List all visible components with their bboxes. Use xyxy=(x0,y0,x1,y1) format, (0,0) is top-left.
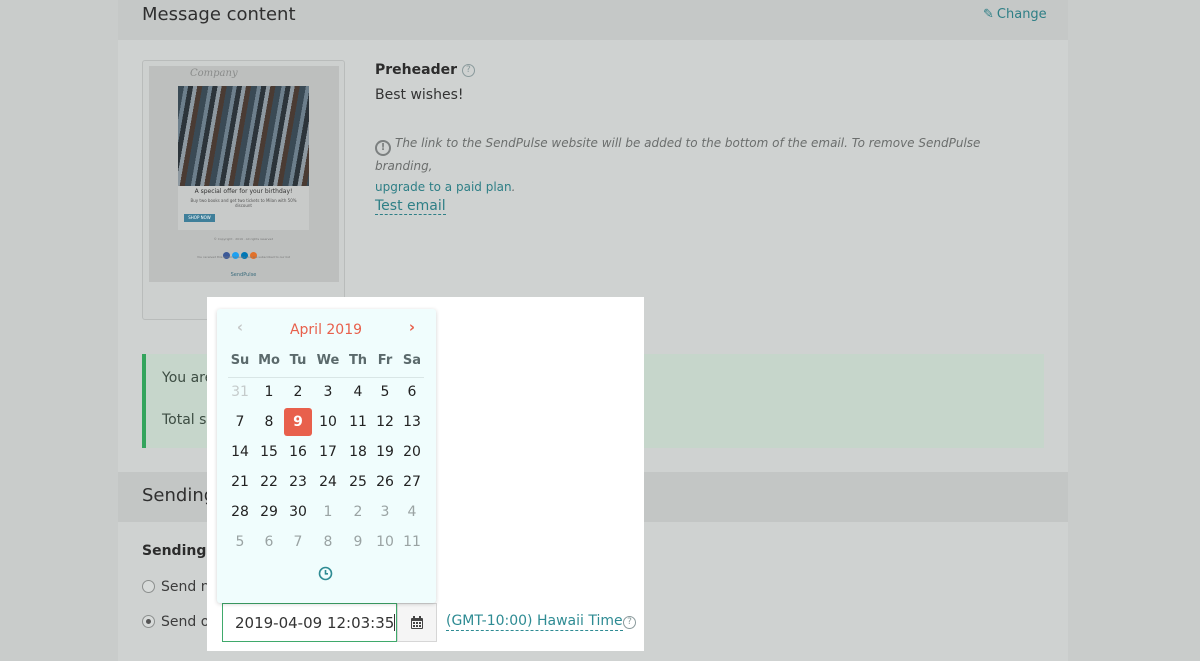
preview-shop-button: SHOP NOW xyxy=(184,214,215,222)
clock-icon xyxy=(318,566,333,581)
calendar-day[interactable]: 24 xyxy=(314,468,342,496)
calendar-day[interactable]: 18 xyxy=(344,438,372,466)
time-toggle-button[interactable] xyxy=(318,566,333,585)
radio-button[interactable] xyxy=(142,580,155,593)
calendar-day[interactable]: 10 xyxy=(314,408,342,436)
calendar-day[interactable]: 9 xyxy=(344,528,372,556)
month-title[interactable]: April 2019 xyxy=(270,322,382,338)
calendar-day[interactable]: 7 xyxy=(226,408,254,436)
calendar-button[interactable] xyxy=(397,603,437,642)
calendar-day[interactable]: 15 xyxy=(255,438,283,466)
calendar-day[interactable]: 10 xyxy=(371,528,399,556)
datetime-value: 2019-04-09 12:03:35 xyxy=(235,614,395,632)
radio-button-selected[interactable] xyxy=(142,615,155,628)
weekday-label: Mo xyxy=(258,353,280,368)
weekday-label: Th xyxy=(348,353,368,368)
calendar-day[interactable]: 8 xyxy=(255,408,283,436)
exclamation-circle-icon: ! xyxy=(375,140,391,156)
calendar-day[interactable]: 14 xyxy=(226,438,254,466)
weekday-label: We xyxy=(316,353,340,368)
calendar-day[interactable]: 1 xyxy=(314,498,342,526)
preview-brand: SendPulse xyxy=(230,272,257,278)
calendar-day[interactable]: 5 xyxy=(371,378,399,406)
chevron-right-icon[interactable]: › xyxy=(402,318,422,342)
calendar-day[interactable]: 3 xyxy=(371,498,399,526)
calendar-day[interactable]: 31 xyxy=(226,378,254,406)
section-title: Message content xyxy=(142,4,296,25)
calendar-day[interactable]: 11 xyxy=(344,408,372,436)
weekday-label: Su xyxy=(230,353,250,368)
calendar-day[interactable]: 6 xyxy=(398,378,426,406)
calendar-icon xyxy=(411,616,423,629)
change-link[interactable]: ✎ Change xyxy=(983,7,1047,22)
upgrade-link[interactable]: upgrade to a paid plan xyxy=(375,180,512,194)
calendar-day[interactable]: 4 xyxy=(344,378,372,406)
calendar-day[interactable]: 12 xyxy=(371,408,399,436)
calendar-day[interactable]: 16 xyxy=(284,438,312,466)
calendar-day[interactable]: 7 xyxy=(284,528,312,556)
calendar-day-selected[interactable]: 9 xyxy=(284,408,312,436)
notice-text: The link to the SendPulse website will b… xyxy=(375,136,981,173)
test-email-link[interactable]: Test email xyxy=(375,198,446,215)
weekday-label: Tu xyxy=(289,353,307,368)
calendar-day[interactable]: 26 xyxy=(371,468,399,496)
calendar-day[interactable]: 5 xyxy=(226,528,254,556)
weekday-label: Fr xyxy=(377,353,393,368)
preview-offer-title: A special offer for your birthday! xyxy=(194,188,293,195)
calendar-day[interactable]: 28 xyxy=(226,498,254,526)
calendar-day[interactable]: 17 xyxy=(314,438,342,466)
calendar-day[interactable]: 25 xyxy=(344,468,372,496)
help-circle-icon[interactable]: ? xyxy=(461,63,475,77)
preview-photo xyxy=(178,86,309,186)
preheader-value: Best wishes! xyxy=(375,87,464,103)
datetime-input[interactable]: 2019-04-09 12:03:35 xyxy=(222,603,397,642)
calendar-day[interactable]: 20 xyxy=(398,438,426,466)
calendar-day[interactable]: 2 xyxy=(344,498,372,526)
calendar-day[interactable]: 27 xyxy=(398,468,426,496)
chevron-left-icon[interactable]: ‹ xyxy=(230,318,250,342)
preview-social-icons xyxy=(223,244,259,263)
weekday-label: Sa xyxy=(402,353,422,368)
preview-offer-sub: Buy two books and get two tickets to Mil… xyxy=(190,198,297,208)
branding-notice: ! The link to the SendPulse website will … xyxy=(375,136,981,194)
calendar-day[interactable]: 23 xyxy=(284,468,312,496)
calendar-day[interactable]: 19 xyxy=(371,438,399,466)
preheader-label: Preheader ? xyxy=(375,62,475,78)
change-label: Change xyxy=(996,7,1047,22)
preview-footer: You received this email because you are … xyxy=(197,255,290,259)
text-caret xyxy=(394,614,396,631)
help-circle-icon[interactable]: ? xyxy=(623,616,636,629)
pencil-icon: ✎ xyxy=(983,7,994,22)
calendar-day[interactable]: 22 xyxy=(255,468,283,496)
calendar-day[interactable]: 8 xyxy=(314,528,342,556)
calendar-day[interactable]: 11 xyxy=(398,528,426,556)
sending-title: Sending xyxy=(142,485,216,506)
timezone-link[interactable]: (GMT-10:00) Hawaii Time xyxy=(446,613,623,631)
calendar-day[interactable]: 2 xyxy=(284,378,312,406)
calendar-day[interactable]: 13 xyxy=(398,408,426,436)
calendar-day[interactable]: 1 xyxy=(255,378,283,406)
calendar-day[interactable]: 3 xyxy=(314,378,342,406)
calendar-day[interactable]: 21 xyxy=(226,468,254,496)
preheader-label-text: Preheader xyxy=(375,62,457,78)
calendar-day[interactable]: 30 xyxy=(284,498,312,526)
preview-copyright: © Copyright · 2019 · All rights reserved xyxy=(213,237,274,241)
preview-company-logo: Company xyxy=(190,68,238,79)
calendar-day[interactable]: 29 xyxy=(255,498,283,526)
calendar-day[interactable]: 6 xyxy=(255,528,283,556)
calendar-day[interactable]: 4 xyxy=(398,498,426,526)
